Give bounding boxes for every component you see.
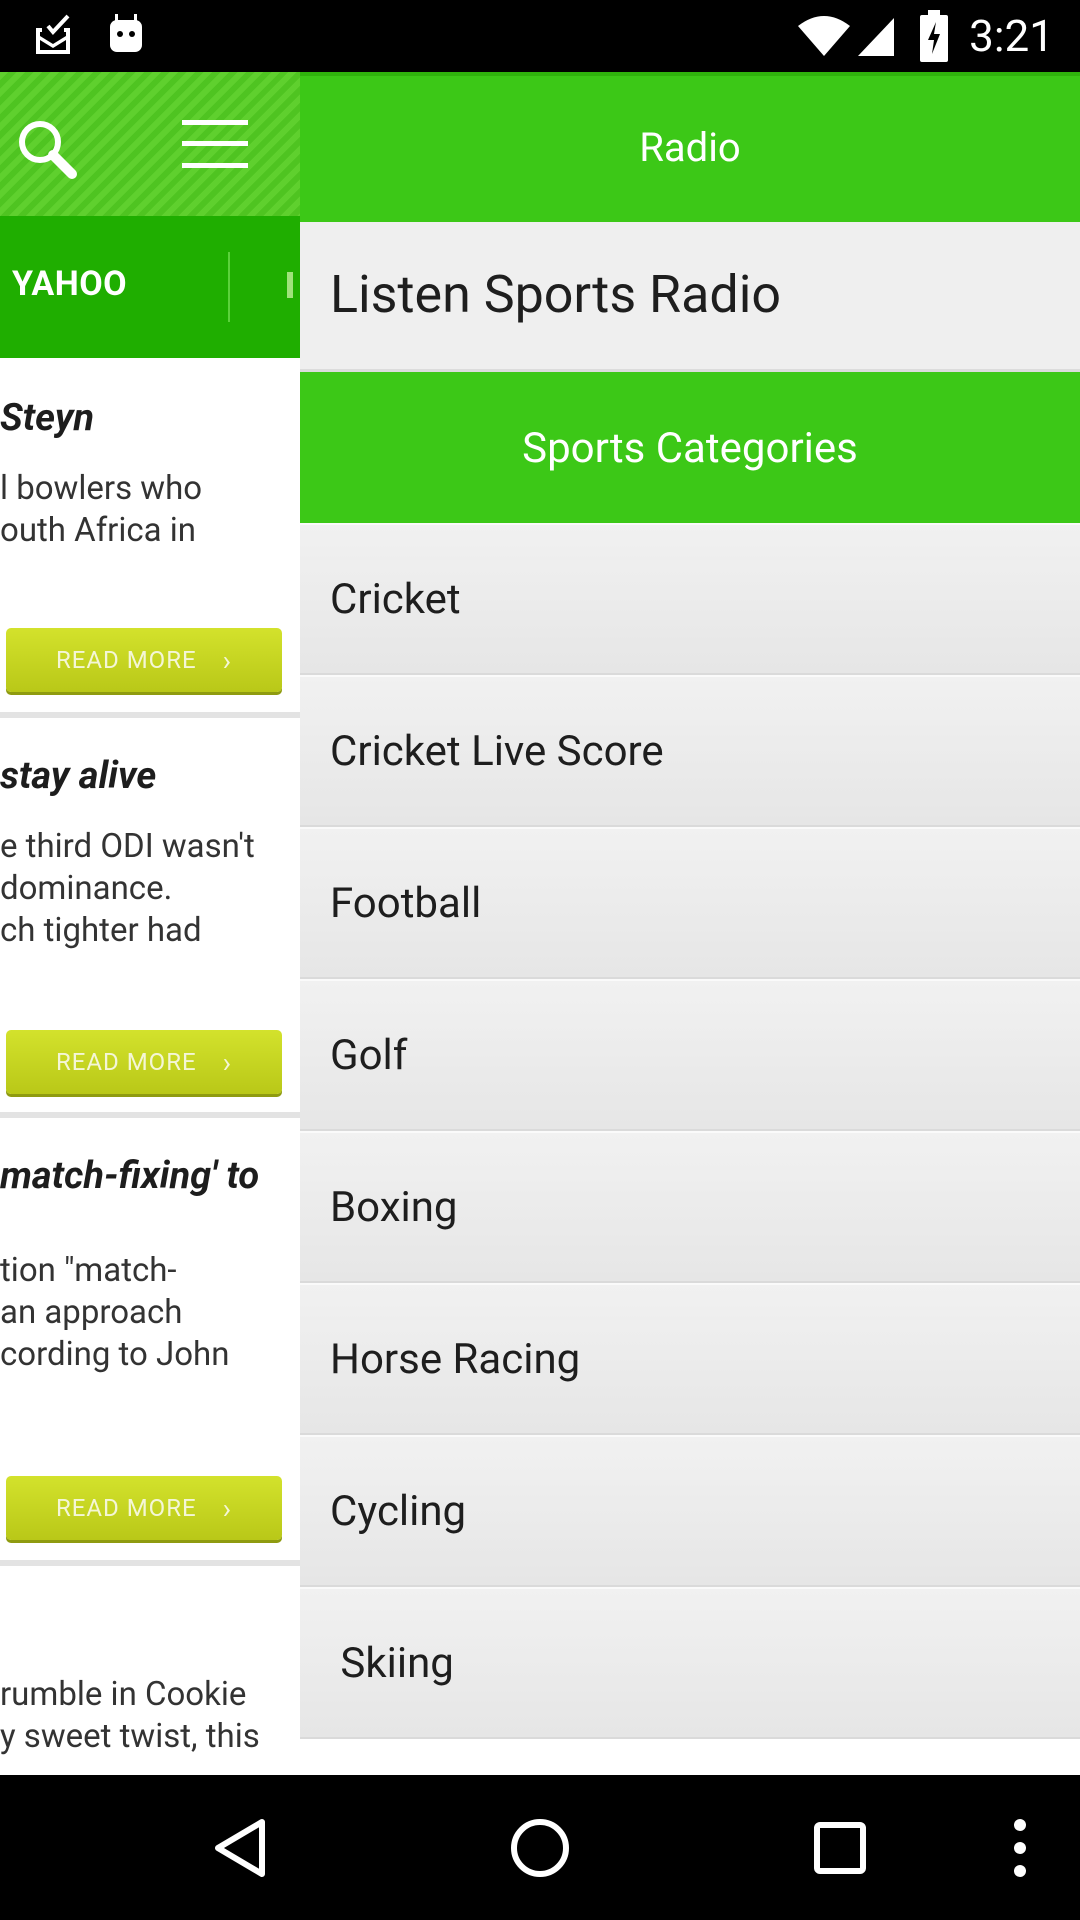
article-snippet-line: ch tighter had <box>0 911 202 950</box>
drawer-header: Radio <box>300 72 1080 222</box>
drawer-title: Radio <box>639 124 741 171</box>
source-tabs: YAHOO <box>0 216 300 358</box>
category-item-horse-racing[interactable]: Horse Racing <box>300 1283 1080 1435</box>
article-snippet-line: l bowlers who <box>0 469 203 508</box>
signal-icon <box>858 18 894 56</box>
tab-yahoo[interactable]: YAHOO <box>12 264 127 304</box>
section-header: Sports Categories <box>300 372 1080 523</box>
recents-icon <box>814 1821 866 1874</box>
read-more-label: READ MORE <box>55 646 197 674</box>
chevron-right-icon: › <box>222 1491 233 1525</box>
back-icon <box>215 1818 265 1877</box>
drawer-subtitle: Listen Sports Radio <box>300 222 1080 372</box>
category-label: Horse Racing <box>330 1335 581 1384</box>
chevron-right-icon: › <box>222 1045 233 1079</box>
article-card: rumble in Cookie y sweet twist, this <box>0 1566 300 1775</box>
wifi-icon <box>798 16 850 56</box>
article-snippet-line: tion "match- <box>0 1251 177 1290</box>
tab-divider <box>228 252 230 322</box>
overflow-menu-button[interactable] <box>990 1775 1050 1920</box>
category-item-skiing[interactable]: Skiing <box>300 1587 1080 1739</box>
category-item-football[interactable]: Football <box>300 827 1080 979</box>
article-title[interactable]: match-fixing' to <box>0 1154 259 1198</box>
category-label: Cricket <box>330 575 461 624</box>
battery-charging-icon <box>920 10 948 62</box>
read-more-button[interactable]: READ MORE › <box>6 628 282 692</box>
drawer-subtitle-text: Listen Sports Radio <box>330 264 782 325</box>
search-icon[interactable] <box>14 116 80 182</box>
category-item-boxing[interactable]: Boxing <box>300 1131 1080 1283</box>
category-label: Cricket Live Score <box>330 727 664 776</box>
mail-notification-icon <box>36 14 70 54</box>
menu-icon[interactable] <box>180 118 250 170</box>
read-more-button[interactable]: READ MORE › <box>6 1030 282 1094</box>
system-navigation-bar <box>0 1775 1080 1920</box>
article-title[interactable]: stay alive <box>0 754 156 798</box>
category-label: Cycling <box>330 1487 467 1536</box>
article-snippet-line: outh Africa in <box>0 511 197 550</box>
article-snippet-line: cording to John <box>0 1335 230 1374</box>
android-icon <box>110 14 142 52</box>
chevron-right-icon: › <box>222 643 233 677</box>
read-more-button[interactable]: READ MORE › <box>6 1476 282 1540</box>
category-item-cricket-live-score[interactable]: Cricket Live Score <box>300 675 1080 827</box>
article-snippet-line: dominance. <box>0 869 173 908</box>
category-label: Football <box>330 879 482 928</box>
category-label: Golf <box>330 1031 408 1080</box>
home-button[interactable] <box>490 1775 590 1920</box>
section-title: Sports Categories <box>522 424 858 473</box>
category-item-golf[interactable]: Golf <box>300 979 1080 1131</box>
app-toolbar <box>0 72 300 216</box>
category-label: Boxing <box>330 1183 458 1232</box>
background-news-app: YAHOO Steyn l bowlers who outh Africa in… <box>0 72 300 1775</box>
article-card: stay alive e third ODI wasn't dominance.… <box>0 718 300 1118</box>
clock: 3:21 <box>969 10 1054 62</box>
home-icon <box>511 1818 569 1877</box>
article-snippet-line: rumble in Cookie <box>0 1675 247 1714</box>
article-snippet-line: y sweet twist, this <box>0 1717 260 1756</box>
category-label: Skiing <box>330 1639 454 1688</box>
read-more-label: READ MORE <box>55 1048 197 1076</box>
read-more-label: READ MORE <box>55 1494 197 1522</box>
category-item-cycling[interactable]: Cycling <box>300 1435 1080 1587</box>
article-title[interactable]: Steyn <box>0 396 94 440</box>
article-card: Steyn l bowlers who outh Africa in READ … <box>0 358 300 718</box>
back-button[interactable] <box>190 1775 290 1920</box>
tab-next[interactable] <box>287 272 293 298</box>
article-card: match-fixing' to tion "match- an approac… <box>0 1118 300 1566</box>
recents-button[interactable] <box>790 1775 890 1920</box>
category-item-cricket[interactable]: Cricket <box>300 523 1080 675</box>
article-snippet-line: an approach <box>0 1293 183 1332</box>
status-bar: 3:21 <box>0 0 1080 72</box>
navigation-drawer: Radio Listen Sports Radio Sports Categor… <box>300 72 1080 1775</box>
article-snippet-line: e third ODI wasn't <box>0 827 255 866</box>
overflow-menu-icon <box>1014 1818 1026 1877</box>
